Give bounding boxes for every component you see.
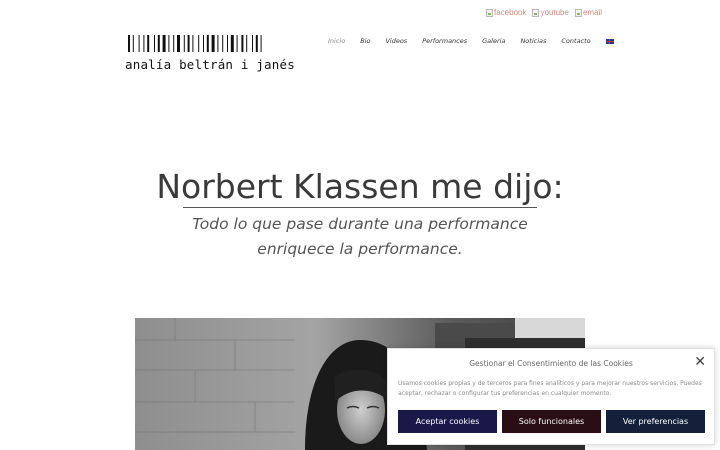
broken-image-icon (574, 8, 582, 17)
site-logo[interactable]: analía beltrán i janés (125, 35, 295, 75)
logo-text: analía beltrán i janés (125, 57, 295, 72)
email-link[interactable]: email (574, 8, 603, 17)
nav-item-noticias[interactable]: Noticias (520, 37, 546, 45)
facebook-link[interactable]: facebook (486, 8, 526, 17)
social-links: facebook youtube email (486, 8, 602, 17)
nav-item-inicio[interactable]: Inicio (328, 37, 345, 45)
barcode-logo-icon (128, 35, 262, 52)
cookie-description: Usamos cookies propias y de terceros par… (398, 380, 702, 397)
cookie-buttons: Aceptar cookies Solo funcionales Ver pre… (398, 410, 705, 433)
nav-item-performances[interactable]: Performances (422, 37, 467, 45)
view-preferences-button[interactable]: Ver preferencias (606, 410, 705, 433)
nav-item-bio[interactable]: Bio (360, 37, 370, 45)
page-title: Norbert Klassen me dijo: (156, 167, 564, 206)
main-nav: Inicio Bio Videos Performances Galeria N… (328, 37, 614, 45)
facebook-link-label: facebook (494, 8, 527, 17)
title-underline (183, 207, 537, 208)
accept-cookies-button[interactable]: Aceptar cookies (398, 410, 497, 433)
uk-flag-icon[interactable] (605, 38, 614, 44)
nav-item-galeria[interactable]: Galeria (482, 37, 505, 45)
nav-item-contacto[interactable]: Contacto (561, 37, 590, 45)
cookie-title: Gestionar el Consentimiento de las Cooki… (469, 359, 633, 368)
close-icon[interactable]: ✕ (694, 355, 706, 369)
nav-item-videos[interactable]: Videos (385, 37, 407, 45)
email-link-label: email (582, 8, 603, 17)
cookie-consent-banner: Gestionar el Consentimiento de las Cooki… (387, 348, 715, 445)
broken-image-icon (486, 8, 493, 17)
youtube-link-label: youtube (540, 8, 569, 17)
broken-image-icon (532, 8, 540, 17)
quote-text: Todo lo que pase durante una performance… (192, 215, 528, 258)
functional-only-button[interactable]: Solo funcionales (502, 410, 601, 433)
youtube-link[interactable]: youtube (532, 8, 569, 17)
